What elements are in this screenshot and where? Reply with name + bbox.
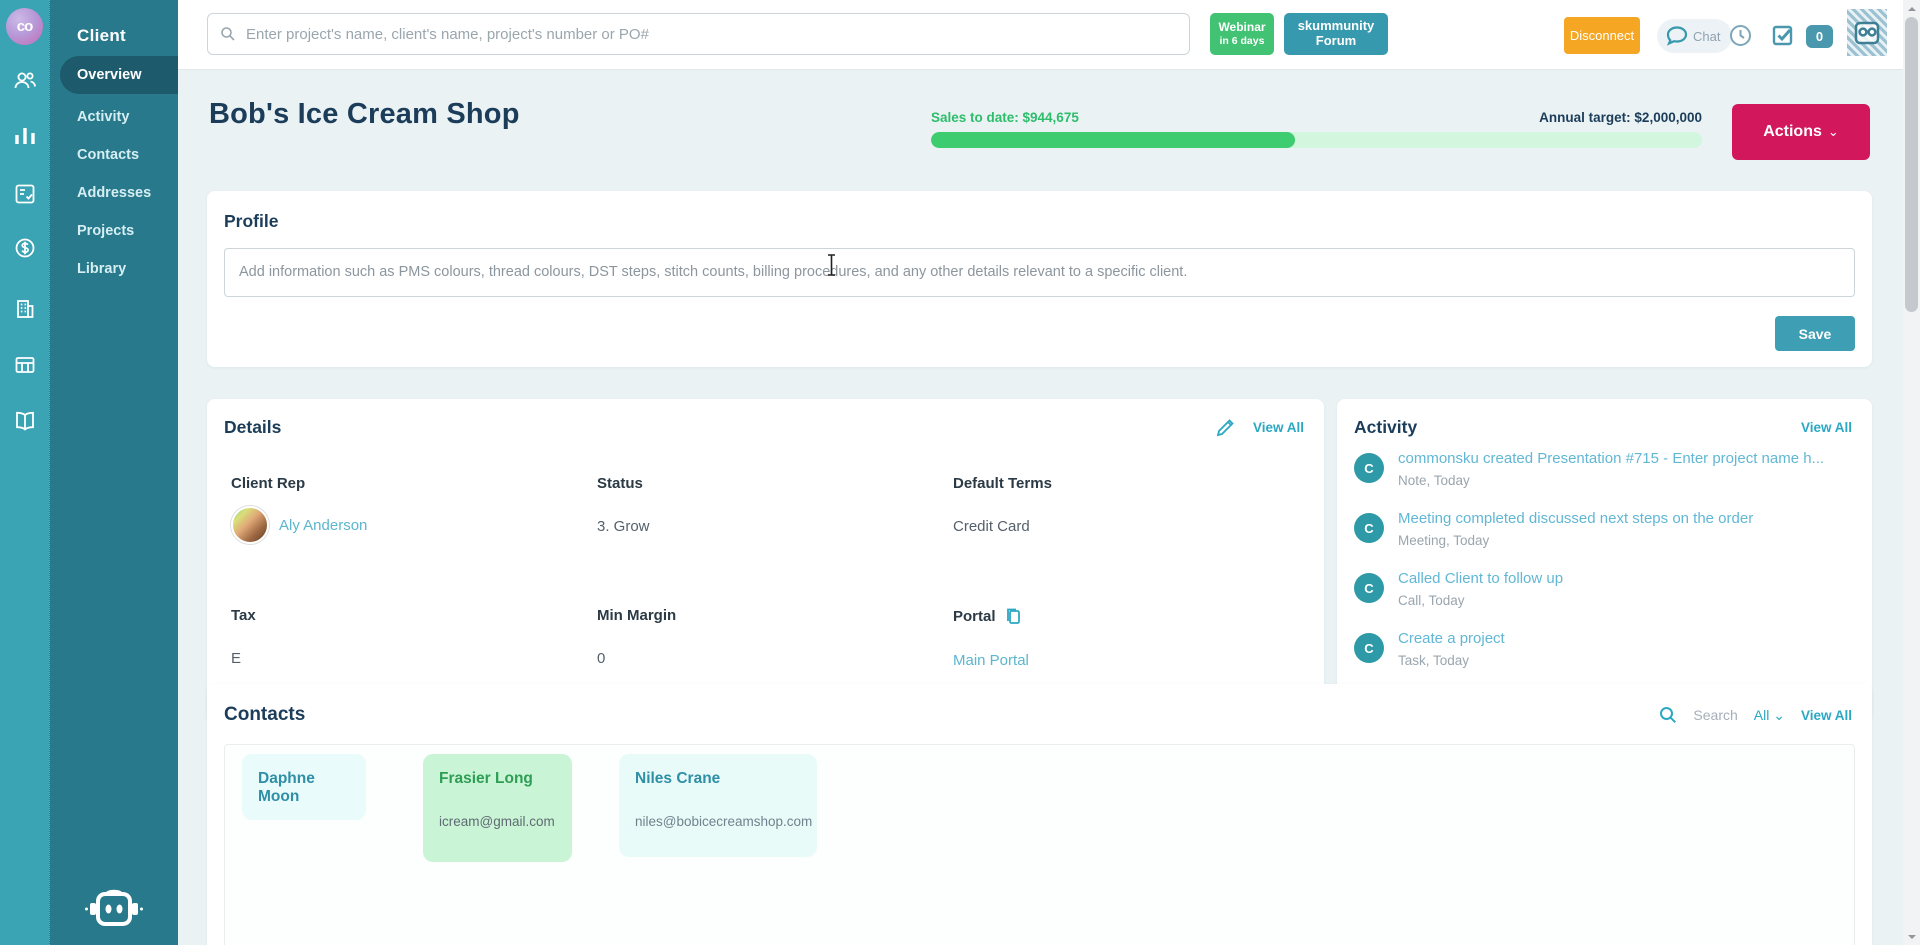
contacts-list: Daphne Moon Frasier Long icream@gmail.co… xyxy=(224,744,1855,945)
chat-label: Chat xyxy=(1693,29,1720,44)
page-scrollbar[interactable] xyxy=(1903,0,1920,945)
topbar: Webinarin 6 days skummunityForum Disconn… xyxy=(178,0,1903,70)
activity-title: Activity xyxy=(1354,417,1417,438)
activity-card: Activity View All C commonsku created Pr… xyxy=(1337,399,1872,723)
contact-card-niles-crane[interactable]: Niles Crane niles@bobicecreamshop.com xyxy=(619,754,817,857)
activity-link[interactable]: Create a project xyxy=(1398,630,1505,647)
orders-icon[interactable] xyxy=(0,183,49,205)
activity-item: C commonsku created Presentation #715 - … xyxy=(1354,450,1855,488)
scroll-up-arrow[interactable] xyxy=(1903,0,1920,17)
activity-view-all-link[interactable]: View All xyxy=(1801,420,1852,435)
scroll-down-arrow[interactable] xyxy=(1903,928,1920,945)
profile-card: Profile Save xyxy=(207,191,1872,367)
client-rep-avatar[interactable] xyxy=(231,506,269,544)
field-min-margin: Min Margin 0 xyxy=(597,607,676,667)
global-search-input[interactable] xyxy=(207,13,1190,55)
sales-icon[interactable] xyxy=(0,237,49,259)
sidebar-item-library[interactable]: Library xyxy=(50,250,178,288)
sidebar-item-activity[interactable]: Activity xyxy=(50,98,178,136)
sidebar-item-contacts[interactable]: Contacts xyxy=(50,136,178,174)
activity-link[interactable]: commonsku created Presentation #715 - En… xyxy=(1398,450,1824,467)
contacts-filter-dropdown[interactable]: All ⌄ xyxy=(1754,707,1785,724)
field-status: Status 3. Grow xyxy=(597,475,650,535)
reports-icon[interactable] xyxy=(0,126,49,146)
sidebar-item-overview[interactable]: Overview xyxy=(60,56,178,94)
sales-progress-fill xyxy=(931,132,1295,148)
webinar-button[interactable]: Webinarin 6 days xyxy=(1210,13,1274,55)
main-portal-link[interactable]: Main Portal xyxy=(953,652,1029,669)
activity-link[interactable]: Called Client to follow up xyxy=(1398,570,1563,587)
scroll-thumb[interactable] xyxy=(1905,17,1918,312)
save-button[interactable]: Save xyxy=(1775,316,1855,351)
client-sidebar: Client Overview Activity Contacts Addres… xyxy=(49,0,178,945)
edit-pencil-icon[interactable] xyxy=(1216,418,1235,437)
activity-item: C Called Client to follow up Call, Today xyxy=(1354,570,1855,608)
companies-icon[interactable] xyxy=(0,298,49,320)
contacts-search-icon[interactable] xyxy=(1659,706,1677,724)
sidebar-item-addresses[interactable]: Addresses xyxy=(50,174,178,212)
icon-rail: co xyxy=(0,0,49,945)
disconnect-button[interactable]: Disconnect xyxy=(1564,17,1640,54)
production-icon[interactable] xyxy=(0,354,49,376)
chat-bubble-icon xyxy=(1665,25,1689,47)
annual-target-label: Annual target: $2,000,000 xyxy=(1402,110,1702,125)
clients-icon[interactable] xyxy=(0,70,49,90)
sales-to-date-label: Sales to date: $944,675 xyxy=(931,110,1079,125)
sidebar-item-projects[interactable]: Projects xyxy=(50,212,178,250)
field-client-rep: Client Rep Aly Anderson xyxy=(231,475,367,544)
chat-button[interactable]: Chat xyxy=(1657,19,1732,53)
resources-icon[interactable] xyxy=(0,411,49,431)
profile-title: Profile xyxy=(224,211,1855,232)
activity-avatar: C xyxy=(1354,573,1384,603)
main-content: Bob's Ice Cream Shop Sales to date: $944… xyxy=(178,70,1903,945)
details-card: Details View All Client Rep Aly Anderson… xyxy=(207,399,1324,723)
activity-link[interactable]: Meeting completed discussed next steps o… xyxy=(1398,510,1753,527)
skummunity-forum-button[interactable]: skummunityForum xyxy=(1284,13,1388,55)
sidebar-section-title: Client xyxy=(50,0,178,46)
skubot-icon[interactable] xyxy=(85,888,143,937)
activity-avatar: C xyxy=(1354,513,1384,543)
profile-notes-textarea[interactable] xyxy=(224,248,1855,297)
page-title: Bob's Ice Cream Shop xyxy=(209,98,520,131)
field-tax: Tax E xyxy=(231,607,256,667)
field-default-terms: Default Terms Credit Card xyxy=(953,475,1052,535)
contact-card-frasier-long[interactable]: Frasier Long icream@gmail.com xyxy=(423,754,572,862)
contact-card-daphne-moon[interactable]: Daphne Moon xyxy=(242,754,366,820)
contacts-card: Contacts Search All ⌄ View All Daphne Mo… xyxy=(207,684,1872,945)
search-icon xyxy=(220,26,236,42)
tasks-checkbox-icon[interactable] xyxy=(1772,24,1795,52)
activity-item: C Meeting completed discussed next steps… xyxy=(1354,510,1855,548)
commonsku-logo[interactable]: co xyxy=(6,8,43,45)
contacts-view-all-link[interactable]: View All xyxy=(1801,708,1852,723)
details-title: Details xyxy=(224,417,281,438)
client-rep-link[interactable]: Aly Anderson xyxy=(279,517,367,534)
activity-avatar: C xyxy=(1354,453,1384,483)
user-avatar[interactable] xyxy=(1847,9,1887,56)
activity-item: C Create a project Task, Today xyxy=(1354,630,1855,668)
sales-progress-bar xyxy=(931,132,1702,148)
reminders-clock-icon[interactable] xyxy=(1729,24,1752,52)
contacts-title: Contacts xyxy=(224,704,305,726)
field-portal: Portal Main Portal xyxy=(953,607,1029,669)
details-view-all-link[interactable]: View All xyxy=(1253,420,1304,435)
notification-count-badge[interactable]: 0 xyxy=(1806,25,1833,48)
copy-icon[interactable] xyxy=(1004,607,1022,626)
contacts-search-label[interactable]: Search xyxy=(1693,707,1737,723)
activity-avatar: C xyxy=(1354,633,1384,663)
chevron-down-icon: ⌄ xyxy=(1828,124,1839,139)
actions-button[interactable]: Actions⌄ xyxy=(1732,104,1870,160)
